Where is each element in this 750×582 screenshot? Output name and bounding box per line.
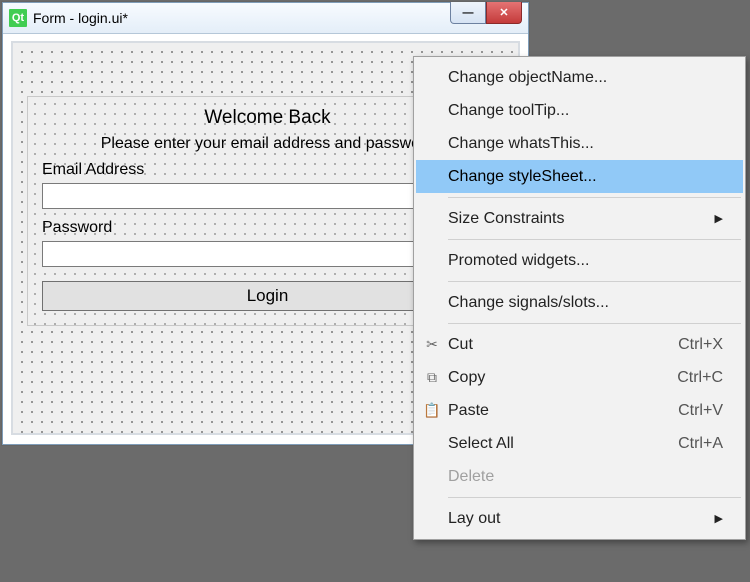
titlebar[interactable]: Qt Form - login.ui* — ✕ bbox=[3, 3, 528, 34]
menu-item[interactable]: 📋PasteCtrl+V bbox=[416, 394, 743, 427]
menu-separator bbox=[448, 281, 741, 282]
menu-item-label: Change objectName... bbox=[448, 69, 723, 87]
copy-icon: ⧉ bbox=[416, 369, 448, 386]
desktop: Qt Form - login.ui* — ✕ Welcome Back Ple… bbox=[0, 0, 750, 582]
context-menu: Change objectName... Change toolTip... Cha… bbox=[413, 56, 746, 540]
menu-item[interactable]: ⧉CopyCtrl+C bbox=[416, 361, 743, 394]
menu-item-shortcut: Ctrl+V bbox=[678, 402, 723, 420]
menu-item[interactable]: Change whatsThis... bbox=[416, 127, 743, 160]
paste-icon: 📋 bbox=[416, 402, 448, 419]
menu-item-label: Cut bbox=[448, 336, 678, 354]
menu-item[interactable]: Change toolTip... bbox=[416, 94, 743, 127]
menu-item[interactable]: Select AllCtrl+A bbox=[416, 427, 743, 460]
menu-item[interactable]: Size Constraints▶ bbox=[416, 202, 743, 235]
menu-item-shortcut: Ctrl+C bbox=[677, 369, 723, 387]
menu-item[interactable]: Lay out▶ bbox=[416, 502, 743, 535]
menu-item[interactable]: Change styleSheet... bbox=[416, 160, 743, 193]
menu-item-label: Select All bbox=[448, 435, 678, 453]
menu-item-label: Delete bbox=[448, 468, 723, 486]
menu-item[interactable]: Change objectName... bbox=[416, 61, 743, 94]
qt-logo-icon: Qt bbox=[9, 9, 27, 27]
close-button[interactable]: ✕ bbox=[486, 2, 522, 24]
menu-separator bbox=[448, 197, 741, 198]
menu-item-shortcut: Ctrl+X bbox=[678, 336, 723, 354]
window-title: Form - login.ui* bbox=[33, 10, 450, 26]
menu-separator bbox=[448, 323, 741, 324]
menu-separator bbox=[448, 497, 741, 498]
menu-item-label: Lay out bbox=[448, 510, 715, 528]
menu-item: Delete bbox=[416, 460, 743, 493]
menu-item-label: Paste bbox=[448, 402, 678, 420]
menu-item-label: Change signals/slots... bbox=[448, 294, 723, 312]
menu-item[interactable]: ✂CutCtrl+X bbox=[416, 328, 743, 361]
menu-item[interactable]: Promoted widgets... bbox=[416, 244, 743, 277]
menu-item-label: Size Constraints bbox=[448, 210, 715, 228]
menu-item-shortcut: Ctrl+A bbox=[678, 435, 723, 453]
submenu-arrow-icon: ▶ bbox=[715, 512, 723, 525]
cut-icon: ✂ bbox=[416, 336, 448, 353]
menu-item-label: Promoted widgets... bbox=[448, 252, 723, 270]
menu-item-label: Copy bbox=[448, 369, 677, 387]
window-buttons: — ✕ bbox=[450, 3, 528, 33]
menu-item-label: Change toolTip... bbox=[448, 102, 723, 120]
menu-item-label: Change whatsThis... bbox=[448, 135, 723, 153]
minimize-button[interactable]: — bbox=[450, 2, 486, 24]
menu-item[interactable]: Change signals/slots... bbox=[416, 286, 743, 319]
submenu-arrow-icon: ▶ bbox=[715, 212, 723, 225]
menu-separator bbox=[448, 239, 741, 240]
menu-item-label: Change styleSheet... bbox=[448, 168, 723, 186]
